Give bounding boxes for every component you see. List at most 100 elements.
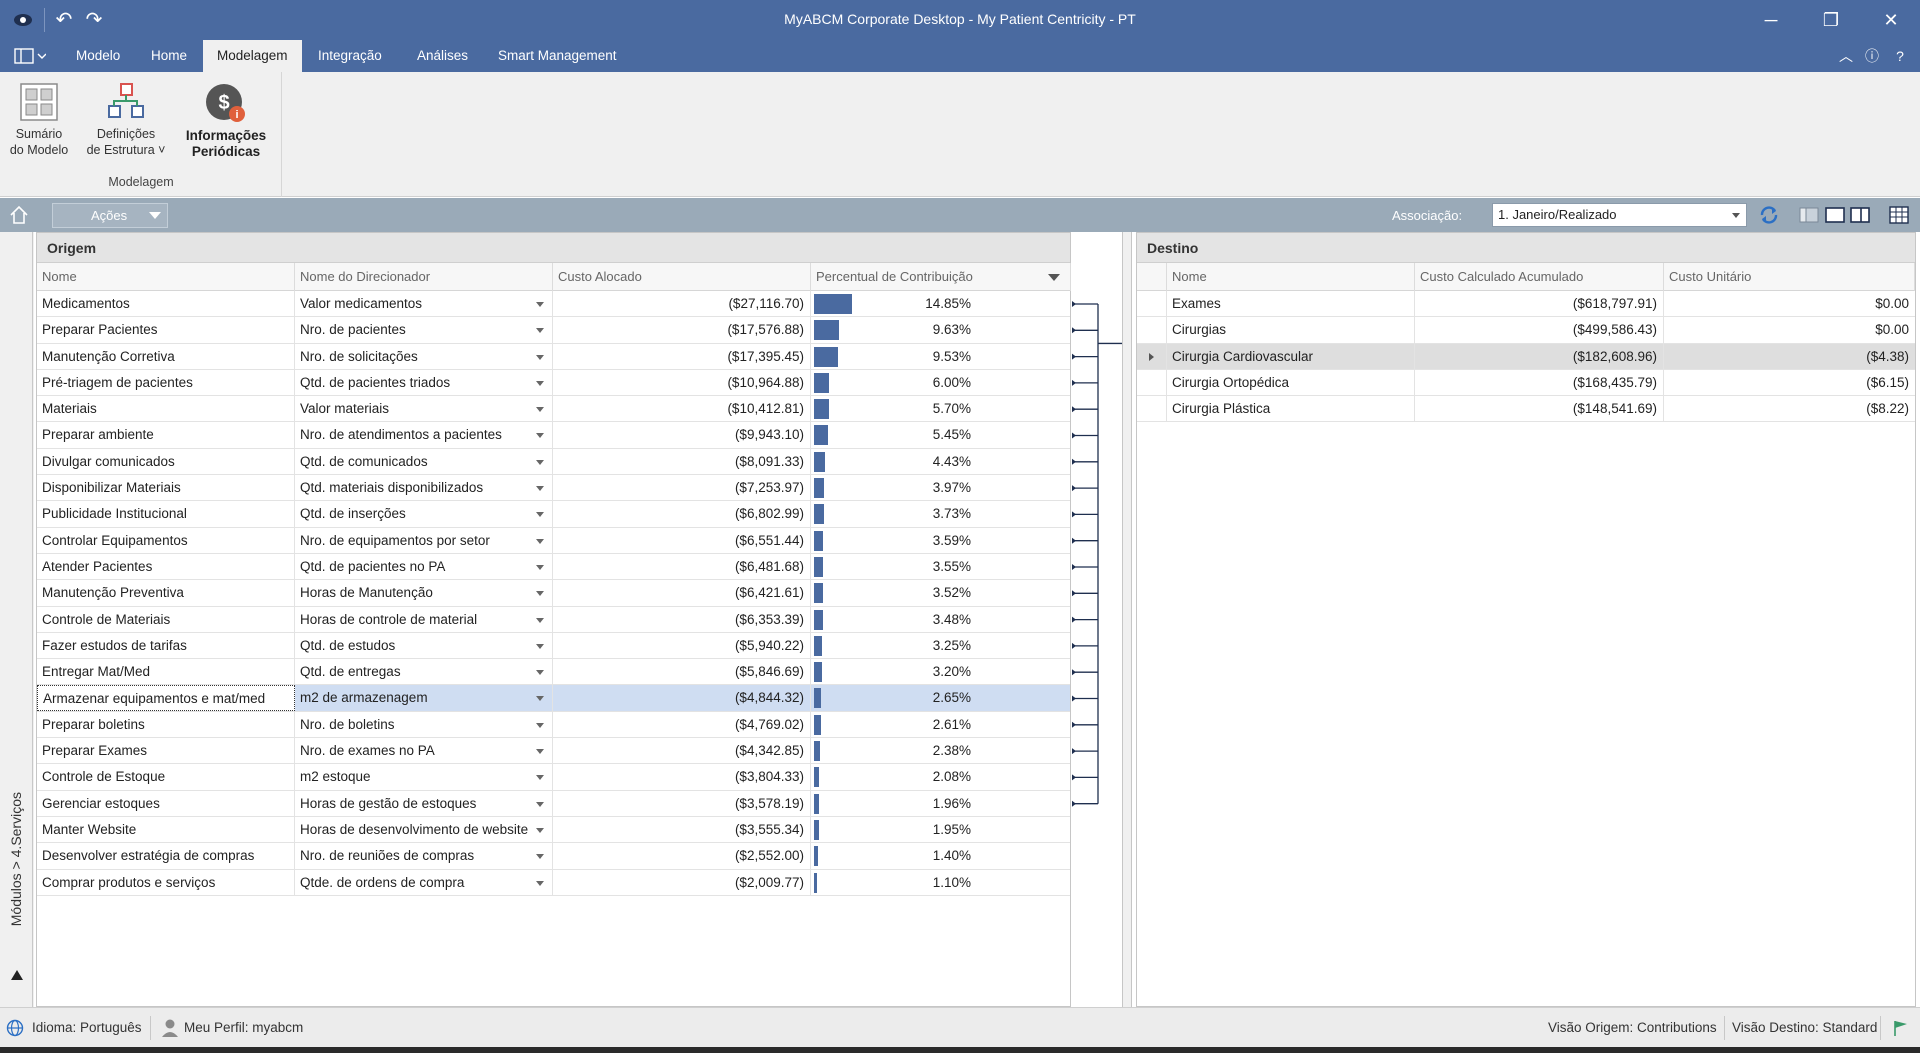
- origem-nome-cell[interactable]: Controle de Materiais: [37, 606, 295, 633]
- flag-icon[interactable]: [1892, 1019, 1910, 1037]
- menu-tab-analises[interactable]: Análises: [403, 40, 482, 72]
- direcionador-dropdown[interactable]: Valor materiais: [295, 396, 553, 423]
- direcionador-dropdown[interactable]: Qtd. de pacientes triados: [295, 369, 553, 396]
- col-custo-unitario[interactable]: Custo Unitário: [1664, 263, 1915, 291]
- origem-row[interactable]: Preparar Pacientes Nro. de pacientes ($17,…: [37, 317, 1070, 344]
- sumario-modelo-button[interactable]: Sumário do Modelo: [6, 82, 72, 158]
- visao-origem-status[interactable]: Visão Origem: Contributions: [1548, 1008, 1717, 1048]
- direcionador-dropdown[interactable]: Horas de Manutenção: [295, 580, 553, 607]
- origem-row[interactable]: Manutenção Corretiva Nro. de solicitações…: [37, 343, 1070, 370]
- origem-row[interactable]: Preparar boletins Nro. de boletins ($4,769…: [37, 711, 1070, 739]
- direcionador-dropdown[interactable]: Qtd. de pacientes no PA: [295, 553, 553, 580]
- origem-row[interactable]: Controle de Estoque m2 estoque ($3,804.33)…: [37, 764, 1070, 791]
- dropdown-caret-icon[interactable]: [536, 459, 544, 465]
- menu-tab-modelo[interactable]: Modelo: [62, 40, 134, 72]
- col-destino-nome[interactable]: Nome: [1167, 263, 1415, 291]
- origem-row[interactable]: Pré-triagem de pacientes Qtd. de paciente…: [37, 369, 1070, 397]
- direcionador-dropdown[interactable]: Qtd. materiais disponibilizados: [295, 475, 553, 502]
- direcionador-dropdown[interactable]: Nro. de atendimentos a pacientes: [295, 422, 553, 449]
- origem-nome-cell[interactable]: Disponibilizar Materiais: [37, 475, 295, 502]
- minimize-icon[interactable]: ─: [1748, 4, 1794, 36]
- modules-side-panel[interactable]: Módulos > 4.Serviços: [0, 232, 34, 1007]
- associacao-select[interactable]: 1. Janeiro/Realizado: [1492, 203, 1747, 227]
- direcionador-dropdown[interactable]: Nro. de equipamentos por setor: [295, 527, 553, 554]
- direcionador-dropdown[interactable]: Qtd. de inserções: [295, 501, 553, 528]
- dropdown-caret-icon[interactable]: [536, 512, 544, 518]
- origem-nome-cell[interactable]: Preparar Exames: [37, 738, 295, 765]
- dropdown-caret-icon[interactable]: [536, 670, 544, 676]
- dropdown-caret-icon[interactable]: [536, 617, 544, 623]
- origem-row[interactable]: Desenvolver estratégia de compras Nro. de…: [37, 843, 1070, 870]
- origem-nome-cell[interactable]: Fazer estudos de tarifas: [37, 632, 295, 659]
- origem-row[interactable]: Divulgar comunicados Qtd. de comunicados (…: [37, 448, 1070, 476]
- destino-row[interactable]: Cirurgia Cardiovascular ($182,608.96) ($4.…: [1137, 343, 1915, 370]
- origem-row[interactable]: Gerenciar estoques Horas de gestão de est…: [37, 790, 1070, 817]
- dropdown-caret-icon[interactable]: [536, 302, 544, 307]
- origem-nome-cell[interactable]: Desenvolver estratégia de compras: [37, 843, 295, 870]
- idioma-status[interactable]: Idioma: Português: [32, 1008, 142, 1048]
- origem-row[interactable]: Comprar produtos e serviços Qtde. de orde…: [37, 869, 1070, 896]
- origem-nome-cell[interactable]: Entregar Mat/Med: [37, 659, 295, 686]
- collapse-ribbon-icon[interactable]: ︿: [1836, 46, 1856, 66]
- dropdown-caret-icon[interactable]: [536, 486, 544, 492]
- dropdown-caret-icon[interactable]: [536, 538, 544, 544]
- origem-nome-cell[interactable]: Materiais: [37, 396, 295, 423]
- destino-nome-cell[interactable]: Exames: [1167, 291, 1415, 317]
- dropdown-caret-icon[interactable]: [536, 696, 544, 702]
- origem-nome-cell[interactable]: Publicidade Institucional: [37, 501, 295, 528]
- side-expand-icon[interactable]: [11, 970, 23, 980]
- origem-row[interactable]: Controlar Equipamentos Nro. de equipament…: [37, 527, 1070, 554]
- direcionador-dropdown[interactable]: Nro. de pacientes: [295, 317, 553, 344]
- origem-nome-cell[interactable]: Pré-triagem de pacientes: [37, 369, 295, 396]
- dropdown-caret-icon[interactable]: [536, 564, 544, 570]
- direcionador-dropdown[interactable]: m2 de armazenagem: [295, 685, 553, 712]
- perfil-status[interactable]: Meu Perfil: myabcm: [184, 1008, 303, 1048]
- col-nome[interactable]: Nome: [37, 263, 295, 291]
- dropdown-caret-icon[interactable]: [536, 433, 544, 439]
- dropdown-caret-icon[interactable]: [536, 380, 544, 386]
- dropdown-caret-icon[interactable]: [536, 801, 544, 807]
- direcionador-dropdown[interactable]: Nro. de solicitações: [295, 343, 553, 370]
- destino-row[interactable]: Cirurgia Ortopédica ($168,435.79) ($6.15): [1137, 369, 1915, 397]
- dropdown-caret-icon[interactable]: [536, 775, 544, 781]
- destino-row[interactable]: Cirurgias ($499,586.43) $0.00: [1137, 317, 1915, 344]
- destino-nome-cell[interactable]: Cirurgia Ortopédica: [1167, 369, 1415, 396]
- dropdown-caret-icon[interactable]: [536, 880, 544, 886]
- refresh-icon[interactable]: [1758, 205, 1780, 225]
- origem-row[interactable]: Controle de Materiais Horas de controle d…: [37, 606, 1070, 633]
- home-icon[interactable]: [8, 204, 30, 226]
- origem-nome-cell[interactable]: Comprar produtos e serviços: [37, 869, 295, 896]
- close-icon[interactable]: ✕: [1868, 4, 1914, 36]
- origem-nome-cell[interactable]: Controle de Estoque: [37, 764, 295, 791]
- col-percentual[interactable]: Percentual de Contribuição: [811, 263, 1071, 291]
- origem-row[interactable]: Fazer estudos de tarifas Qtd. de estudos (…: [37, 632, 1070, 660]
- grid-view-icon[interactable]: [1888, 205, 1910, 225]
- menu-tab-modelagem[interactable]: Modelagem: [203, 40, 302, 72]
- dropdown-caret-icon[interactable]: [536, 591, 544, 597]
- origem-nome-cell[interactable]: Atender Pacientes: [37, 553, 295, 580]
- modules-breadcrumb[interactable]: Módulos > 4.Serviços: [8, 792, 24, 992]
- dropdown-caret-icon[interactable]: [536, 827, 544, 833]
- origem-nome-cell[interactable]: Controlar Equipamentos: [37, 527, 295, 554]
- origem-nome-cell[interactable]: Divulgar comunicados: [37, 448, 295, 475]
- destino-nome-cell[interactable]: Cirurgias: [1167, 317, 1415, 344]
- origem-nome-cell[interactable]: Preparar boletins: [37, 711, 295, 738]
- origem-nome-cell[interactable]: Manutenção Corretiva: [37, 343, 295, 370]
- direcionador-dropdown[interactable]: Horas de desenvolvimento de website: [295, 816, 553, 843]
- origem-row[interactable]: Preparar Exames Nro. de exames no PA ($4,3…: [37, 738, 1070, 765]
- destino-row[interactable]: Exames ($618,797.91) $0.00: [1137, 291, 1915, 318]
- destino-nome-cell[interactable]: Cirurgia Plástica: [1167, 396, 1415, 423]
- layout-menu-icon[interactable]: [14, 48, 46, 64]
- dropdown-caret-icon[interactable]: [536, 854, 544, 860]
- origem-row[interactable]: Manter Website Horas de desenvolvimento d…: [37, 816, 1070, 844]
- dropdown-caret-icon[interactable]: [536, 643, 544, 649]
- definicoes-estrutura-button[interactable]: Definições de Estrutura ˅: [80, 82, 172, 158]
- origem-nome-cell[interactable]: Armazenar equipamentos e mat/med: [37, 685, 295, 712]
- origem-nome-cell[interactable]: Manutenção Preventiva: [37, 580, 295, 607]
- direcionador-dropdown[interactable]: Nro. de exames no PA: [295, 738, 553, 765]
- info-icon[interactable]: ⓘ: [1862, 46, 1882, 66]
- layout-right-icon[interactable]: [1849, 205, 1871, 225]
- origem-nome-cell[interactable]: Manter Website: [37, 816, 295, 843]
- origem-row[interactable]: Atender Pacientes Qtd. de pacientes no PA…: [37, 553, 1070, 581]
- restore-icon[interactable]: ❐: [1808, 4, 1854, 36]
